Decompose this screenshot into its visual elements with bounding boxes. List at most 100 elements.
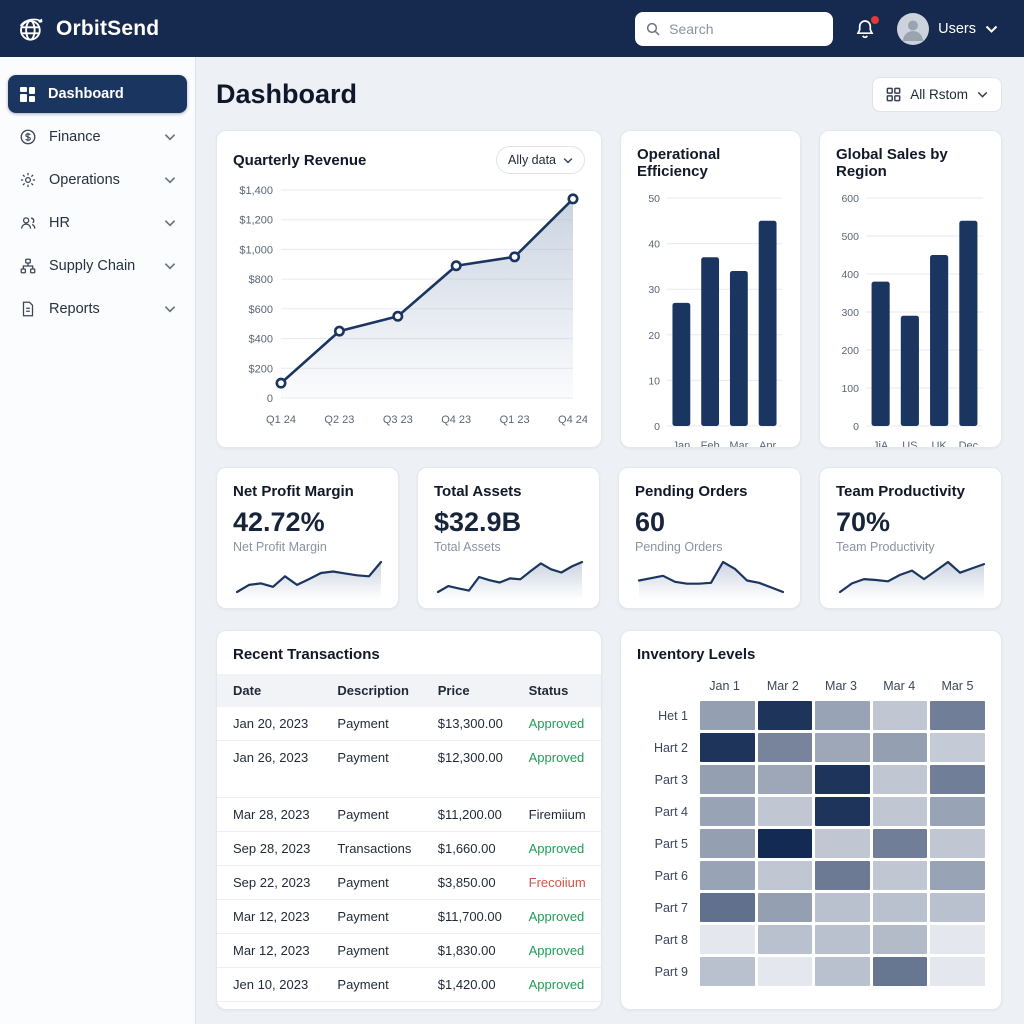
kpi-sublabel: Team Productivity — [836, 540, 985, 554]
cell-price: $1,830.00 — [428, 934, 519, 968]
table-row: Mar 12, 2023 Payment $1,830.00 Approved — [217, 934, 601, 968]
page-title: Dashboard — [216, 79, 357, 110]
svg-text:0: 0 — [267, 393, 273, 405]
heatmap-cell — [700, 829, 755, 858]
navbar-right: Users — [635, 12, 998, 46]
chart-filter-dropdown[interactable]: Ally data — [496, 146, 585, 174]
svg-text:0: 0 — [654, 421, 660, 433]
heatmap-cell — [930, 829, 985, 858]
global-filter-button[interactable]: All Rstom — [872, 77, 1002, 112]
cell-date: Sep 22, 2023 — [217, 866, 327, 900]
table-row: Jen 10, 2023 Payment $1,420.00 Approved — [217, 968, 601, 1002]
heatmap-cell — [758, 893, 813, 922]
global-sales-card: Global Sales by Region 01002003004005006… — [819, 130, 1002, 448]
heatmap-row-label: Het 1 — [637, 701, 697, 730]
sparkline-chart — [233, 554, 385, 600]
user-menu[interactable]: Users — [897, 13, 998, 45]
sidebar-item-label: Operations — [49, 172, 120, 188]
heatmap-cell — [700, 957, 755, 986]
document-icon — [19, 300, 37, 318]
heatmap-cell — [873, 797, 928, 826]
sidebar-item-label: Finance — [49, 129, 101, 145]
transactions-table: DateDescriptionPriceStatus Jan 20, 2023 … — [217, 674, 601, 1002]
svg-text:$1,200: $1,200 — [239, 215, 273, 227]
heatmap-cell — [815, 733, 870, 762]
sidebar-item-dashboard[interactable]: Dashboard — [8, 75, 187, 113]
cell-date: Sep 28, 2023 — [217, 832, 327, 866]
table-row: Mar 12, 2023 Payment $11,700.00 Approved — [217, 900, 601, 934]
search-box[interactable] — [635, 12, 833, 46]
svg-text:$800: $800 — [249, 274, 273, 286]
svg-text:US: US — [902, 440, 917, 448]
heatmap-row: Part 5 — [637, 829, 985, 858]
cell-description: Payment — [327, 866, 427, 900]
heatmap-cell — [873, 925, 928, 954]
status-badge: Approved — [519, 900, 601, 934]
heatmap-cell — [930, 733, 985, 762]
cell-date: Mar 12, 2023 — [217, 934, 327, 968]
sparkline-chart — [836, 554, 988, 600]
svg-text:30: 30 — [648, 284, 660, 296]
chevron-down-icon — [164, 262, 176, 270]
kpi-title: Total Assets — [434, 483, 583, 500]
svg-text:100: 100 — [841, 383, 859, 395]
kpi-card-total-assets: Total Assets $32.9B Total Assets — [417, 467, 600, 609]
card-title: Inventory Levels — [637, 646, 985, 663]
heatmap-cell — [873, 829, 928, 858]
kpi-value: 42.72% — [233, 507, 382, 538]
search-input[interactable] — [669, 21, 823, 37]
svg-text:UK: UK — [931, 440, 947, 448]
chevron-down-icon — [977, 91, 988, 98]
heatmap-grid: Het 1 Hart 2 Part 3 Part 4 Part 5 Part 6… — [637, 701, 985, 986]
svg-text:JiA: JiA — [873, 440, 889, 448]
status-badge: Approved — [519, 707, 601, 741]
heatmap-row-label: Part 5 — [637, 829, 697, 858]
cell-date: Mar 12, 2023 — [217, 900, 327, 934]
svg-text:200: 200 — [841, 345, 859, 357]
sidebar-item-reports[interactable]: Reports — [8, 290, 187, 328]
svg-text:Q1 23: Q1 23 — [500, 414, 530, 426]
svg-text:$1,000: $1,000 — [239, 244, 273, 256]
heatmap-cell — [700, 765, 755, 794]
heatmap-cell — [815, 925, 870, 954]
operational-efficiency-card: Operational Efficiency 01020304050JanFeb… — [620, 130, 801, 448]
sidebar-item-operations[interactable]: Operations — [8, 161, 187, 199]
chart-filter-label: Ally data — [508, 153, 556, 167]
heatmap-row: Part 8 — [637, 925, 985, 954]
heatmap-cell — [815, 893, 870, 922]
cell-description: Payment — [327, 798, 427, 832]
heatmap-cell — [930, 797, 985, 826]
kpi-title: Pending Orders — [635, 483, 784, 500]
table-row: Sep 28, 2023 Transactions $1,660.00 Appr… — [217, 832, 601, 866]
sidebar-item-hr[interactable]: HR — [8, 204, 187, 242]
kpi-title: Net Profit Margin — [233, 483, 382, 500]
heatmap-row-label: Part 9 — [637, 957, 697, 986]
heatmap-cell — [815, 797, 870, 826]
sparkline-chart — [635, 554, 787, 600]
cell-price: $3,850.00 — [428, 866, 519, 900]
heatmap-column-label: Mar 3 — [813, 679, 868, 693]
svg-text:Feb: Feb — [701, 440, 720, 448]
heatmap-column-label: Mar 5 — [930, 679, 985, 693]
heatmap-cell — [758, 829, 813, 858]
notification-bell-icon[interactable] — [853, 17, 877, 41]
cell-date: Jen 10, 2023 — [217, 968, 327, 1002]
sidebar-item-finance[interactable]: Finance — [8, 118, 187, 156]
sidebar-item-supply-chain[interactable]: Supply Chain — [8, 247, 187, 285]
heatmap-row: Hart 2 — [637, 733, 985, 762]
grid-icon — [886, 87, 901, 102]
svg-text:400: 400 — [841, 269, 859, 281]
svg-text:Dec: Dec — [959, 440, 979, 448]
gear-icon — [19, 171, 37, 189]
card-title: Recent Transactions — [233, 646, 585, 663]
heatmap-column-label: Jan 1 — [697, 679, 752, 693]
card-title: Operational Efficiency — [637, 146, 784, 180]
chevron-down-icon — [164, 133, 176, 141]
heatmap-cell — [758, 765, 813, 794]
heatmap-cell — [873, 861, 928, 890]
kpi-value: 70% — [836, 507, 985, 538]
heatmap-cell — [815, 701, 870, 730]
chevron-down-icon — [164, 176, 176, 184]
svg-text:500: 500 — [841, 231, 859, 243]
heatmap-cell — [815, 861, 870, 890]
